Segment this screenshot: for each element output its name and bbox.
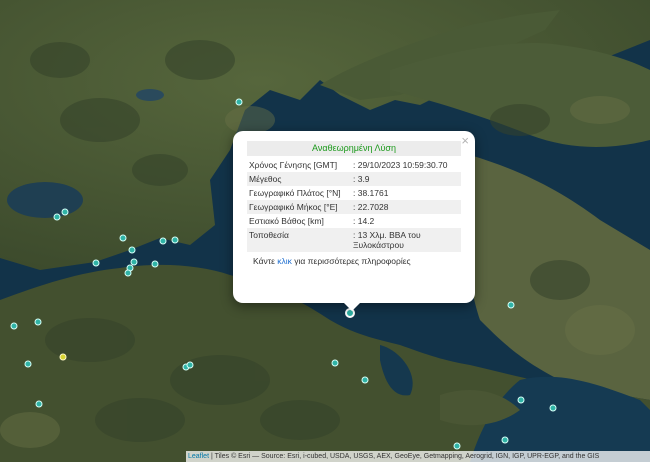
earthquake-marker[interactable] bbox=[453, 442, 461, 450]
earthquake-marker[interactable] bbox=[61, 208, 69, 216]
earthquake-marker[interactable] bbox=[92, 259, 100, 267]
earthquake-marker[interactable] bbox=[186, 361, 194, 369]
earthquake-marker[interactable] bbox=[35, 400, 43, 408]
popup-title: Αναθεωρημένη Λύση bbox=[247, 141, 461, 156]
earthquake-marker[interactable] bbox=[235, 98, 243, 106]
info-label: Εστιακό Βάθος [km] bbox=[249, 216, 324, 226]
more-info-suffix: για περισσότερες πληροφορίες bbox=[291, 256, 411, 266]
info-row-origin-time: Χρόνος Γένησης [GMT] : 29/10/2023 10:59:… bbox=[247, 158, 461, 172]
info-label: Μέγεθος bbox=[247, 172, 351, 186]
popup-content: Αναθεωρημένη Λύση Χρόνος Γένησης [GMT] :… bbox=[247, 141, 461, 266]
earthquake-marker[interactable] bbox=[331, 359, 339, 367]
attribution-text: | Tiles © Esri — Source: Esri, i-cubed, … bbox=[209, 453, 600, 460]
more-info-prefix: Κάντε bbox=[253, 256, 278, 266]
earthquake-marker[interactable] bbox=[53, 213, 61, 221]
earthquake-marker[interactable] bbox=[171, 236, 179, 244]
info-label: Χρόνος Γένησης [GMT] bbox=[249, 160, 338, 170]
earthquake-marker[interactable] bbox=[501, 436, 509, 444]
info-label: Τοποθεσία bbox=[247, 228, 351, 252]
earthquake-marker[interactable] bbox=[128, 246, 136, 254]
info-value: : 29/10/2023 10:59:30.70 bbox=[353, 160, 448, 170]
earthquake-marker[interactable] bbox=[24, 360, 32, 368]
info-row-longitude: Γεωγραφικό Μήκος [°E] : 22.7028 bbox=[247, 200, 461, 214]
info-label: Γεωγραφικό Πλάτος [°N] bbox=[249, 188, 341, 198]
info-value: : 13 Χλμ. ΒΒΑ του Ξυλοκάστρου bbox=[351, 228, 461, 252]
info-value: : 22.7028 bbox=[351, 200, 461, 214]
earthquake-marker[interactable] bbox=[34, 318, 42, 326]
earthquake-marker[interactable] bbox=[507, 301, 515, 309]
info-table: Χρόνος Γένησης [GMT] : 29/10/2023 10:59:… bbox=[247, 158, 461, 252]
close-icon[interactable]: × bbox=[461, 133, 469, 149]
earthquake-marker[interactable] bbox=[124, 269, 132, 277]
info-value: : 38.1761 bbox=[353, 188, 389, 198]
map-attribution: Leaflet | Tiles © Esri — Source: Esri, i… bbox=[186, 451, 650, 462]
info-row-latitude: Γεωγραφικό Πλάτος [°N] : 38.1761 bbox=[247, 186, 461, 200]
more-info-text: Κάντε κλικ για περισσότερες πληροφορίες bbox=[247, 256, 461, 266]
info-row-depth: Εστιακό Βάθος [km] : 14.2 bbox=[247, 214, 461, 228]
popup-tip bbox=[343, 302, 361, 311]
earthquake-info-popup: × Αναθεωρημένη Λύση Χρόνος Γένησης [GMT]… bbox=[233, 131, 475, 303]
earthquake-marker[interactable] bbox=[10, 322, 18, 330]
more-info-link[interactable]: κλικ bbox=[277, 256, 292, 266]
earthquake-marker[interactable] bbox=[361, 376, 369, 384]
info-value: : 3.9 bbox=[351, 172, 461, 186]
earthquake-marker[interactable] bbox=[119, 234, 127, 242]
info-row-location: Τοποθεσία : 13 Χλμ. ΒΒΑ του Ξυλοκάστρου bbox=[247, 228, 461, 252]
earthquake-marker[interactable] bbox=[59, 353, 67, 361]
earthquake-marker[interactable] bbox=[151, 260, 159, 268]
earthquake-marker[interactable] bbox=[517, 396, 525, 404]
earthquake-marker[interactable] bbox=[159, 237, 167, 245]
leaflet-link[interactable]: Leaflet bbox=[188, 453, 209, 460]
info-value: : 14.2 bbox=[353, 216, 375, 226]
earthquake-marker[interactable] bbox=[549, 404, 557, 412]
info-row-magnitude: Μέγεθος : 3.9 bbox=[247, 172, 461, 186]
info-label: Γεωγραφικό Μήκος [°E] bbox=[247, 200, 351, 214]
